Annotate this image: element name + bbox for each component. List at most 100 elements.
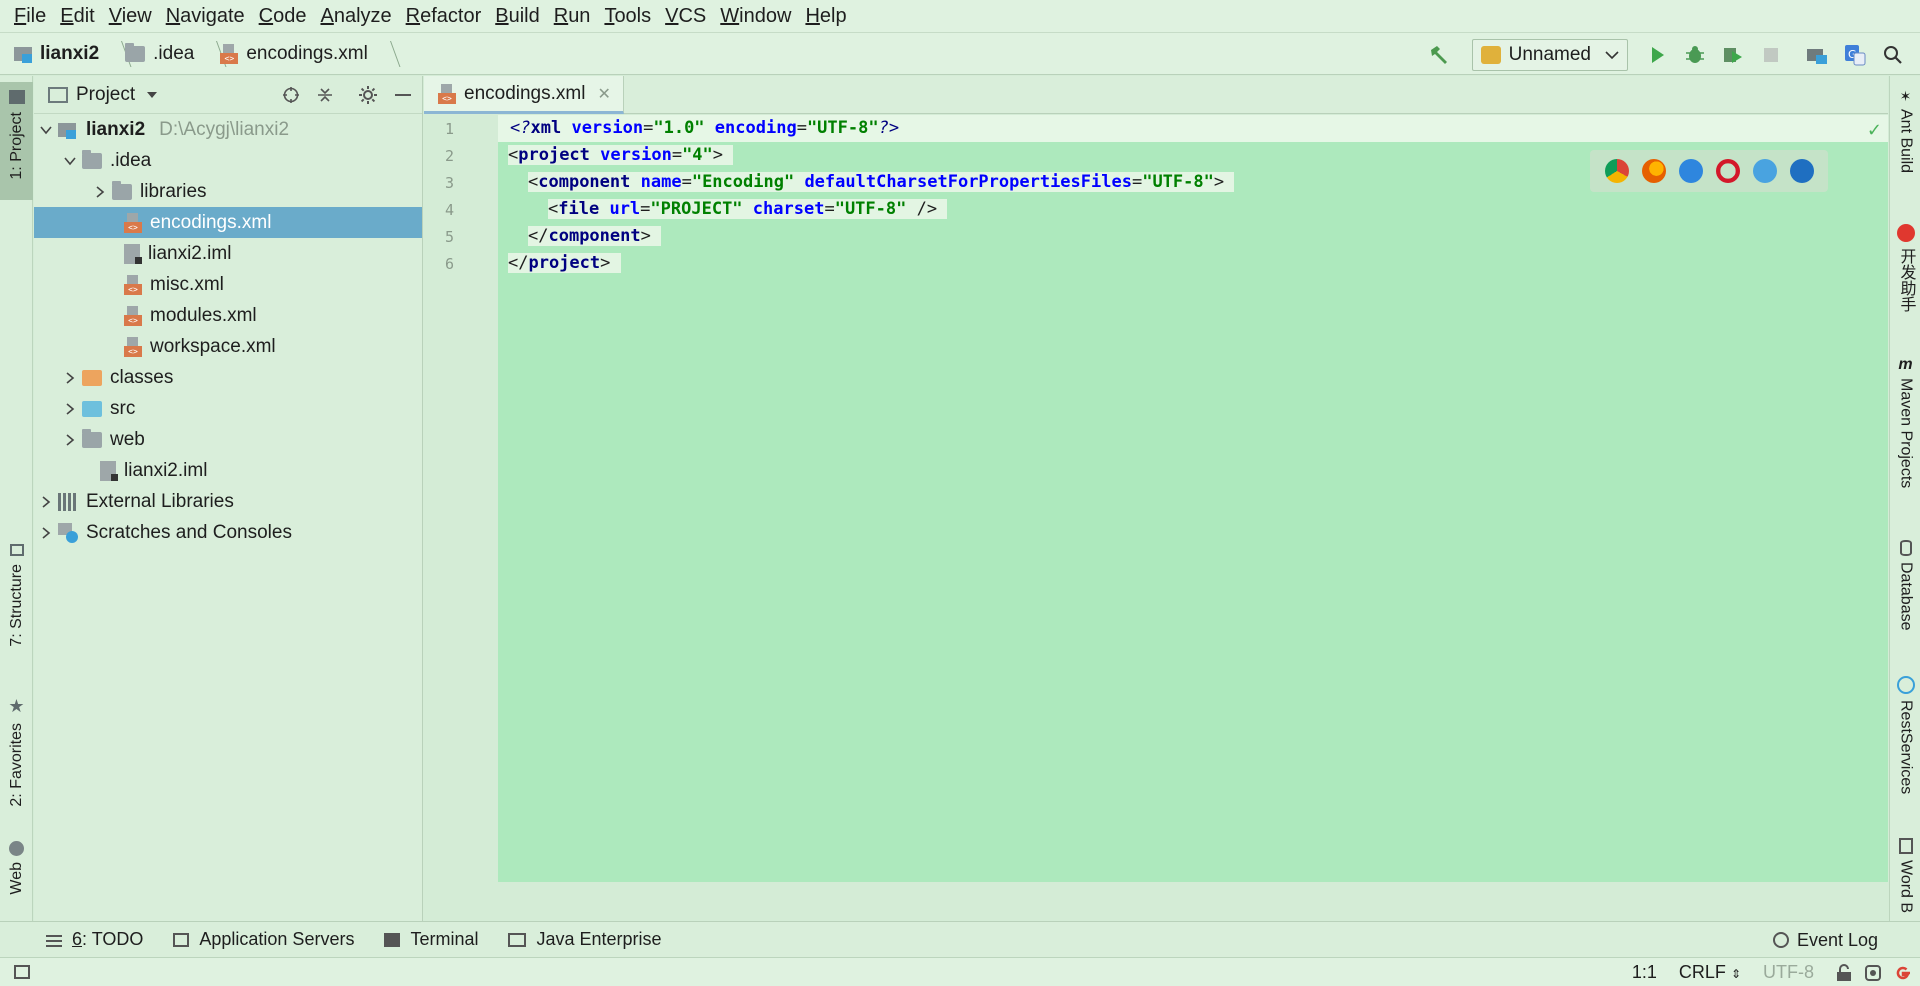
chevron-right-icon[interactable] [58, 362, 82, 393]
tree-item-src[interactable]: src [34, 393, 422, 424]
caret-position[interactable]: 1:1 [1632, 962, 1657, 983]
file-encoding[interactable]: UTF-8 [1763, 962, 1814, 983]
chevron-down-icon[interactable] [58, 145, 82, 176]
chevron-right-icon[interactable] [34, 517, 58, 548]
firefox-icon[interactable] [1641, 159, 1666, 183]
project-structure-icon[interactable] [1804, 42, 1830, 68]
translate-icon[interactable]: G [1842, 42, 1868, 68]
tree-item-root[interactable]: lianxi2 D:\Acygj\lianxi2 [34, 114, 422, 145]
line-separator[interactable]: CRLF ⇕ [1679, 962, 1741, 983]
menu-help[interactable]: Help [798, 0, 853, 32]
menu-refactor[interactable]: Refactor [399, 0, 489, 32]
menu-window[interactable]: Window [713, 0, 798, 32]
todo-mnemonic: 6 [72, 929, 83, 949]
locate-file-icon[interactable] [282, 86, 300, 104]
chevron-right-icon[interactable] [58, 393, 82, 424]
breadcrumb-folder[interactable]: .idea [153, 43, 194, 65]
editor-tab-encodings-xml[interactable]: encodings.xml ✕ [424, 76, 624, 114]
tree-item-web[interactable]: web [34, 424, 422, 455]
chevron-right-icon[interactable] [88, 176, 112, 207]
tree-item-misc-xml[interactable]: misc.xml [34, 269, 422, 300]
run-with-coverage-icon[interactable] [1720, 42, 1746, 68]
menu-tools[interactable]: Tools [597, 0, 658, 32]
run-icon[interactable] [1644, 42, 1670, 68]
chevron-down-icon[interactable] [34, 114, 58, 145]
code-editor[interactable]: ✓ <?xml version="1.0" encoding="UTF-8"?>… [498, 115, 1888, 882]
tree-item-workspace-xml[interactable]: workspace.xml [34, 331, 422, 362]
safari-icon[interactable] [1678, 159, 1703, 183]
chevron-down-icon[interactable] [147, 91, 158, 98]
tree-item-lianxi2-iml-inner[interactable]: lianxi2.iml [34, 238, 422, 269]
breadcrumb-project[interactable]: lianxi2 [40, 43, 99, 65]
tree-item-modules-xml[interactable]: modules.xml [34, 300, 422, 331]
event-log-button[interactable]: Event Log [1772, 922, 1878, 958]
dev-helper-icon [1896, 224, 1915, 242]
tree-item-libraries[interactable]: libraries [34, 176, 422, 207]
tree-item-lianxi2-iml[interactable]: lianxi2.iml [34, 455, 422, 486]
todo-tool-button[interactable]: 6: TODO [46, 929, 143, 950]
lock-icon[interactable] [1836, 963, 1852, 982]
chevron-right-icon[interactable] [58, 424, 82, 455]
breadcrumb-separator [376, 33, 386, 74]
menu-navigate[interactable]: Navigate [159, 0, 252, 32]
tab-database[interactable]: Database [1890, 540, 1920, 650]
chevron-right-icon[interactable] [34, 486, 58, 517]
tree-item-scratches[interactable]: Scratches and Consoles [34, 517, 422, 548]
tree-label: Scratches and Consoles [86, 521, 292, 543]
project-icon [58, 121, 78, 139]
menu-code[interactable]: Code [252, 0, 314, 32]
java-ee-icon [508, 932, 527, 947]
edge-icon[interactable] [1789, 159, 1814, 183]
tree-item-encodings-xml[interactable]: encodings.xml [34, 207, 422, 238]
tab-favorites[interactable]: ★ 2: Favorites [0, 696, 33, 814]
build-hammer-icon[interactable] [1426, 42, 1452, 68]
menu-edit[interactable]: Edit [53, 0, 101, 32]
menu-build[interactable]: Build [488, 0, 546, 32]
gear-icon[interactable] [358, 85, 378, 105]
debug-icon[interactable] [1682, 42, 1708, 68]
search-icon[interactable] [1880, 42, 1906, 68]
close-icon[interactable]: ✕ [597, 84, 610, 104]
tab-ant-build-label: Ant Build [1897, 109, 1915, 174]
run-configuration-select[interactable]: Unnamed [1471, 38, 1628, 71]
tab-word-book[interactable]: Word B [1890, 838, 1920, 918]
inspector-icon[interactable] [1864, 964, 1882, 982]
editor-gutter: 1 2 3 4 5 6 [424, 115, 498, 882]
tab-kaifa[interactable]: 开发助手 [1890, 224, 1920, 334]
breadcrumb-separator [107, 33, 117, 74]
menu-file[interactable]: File [7, 0, 53, 32]
project-view-selector[interactable]: Project [76, 84, 135, 106]
breadcrumb-file[interactable]: encodings.xml [246, 43, 367, 65]
folder-orange-icon [82, 369, 102, 386]
menu-view[interactable]: View [102, 0, 159, 32]
toggle-tool-windows-icon[interactable] [14, 965, 30, 979]
internet-explorer-icon[interactable] [1752, 159, 1777, 183]
tree-item-external-libraries[interactable]: External Libraries [34, 486, 422, 517]
bottom-tool-bar: 6: TODO Application Servers Terminal Jav… [0, 921, 1920, 957]
menu-vcs[interactable]: VCS [658, 0, 713, 32]
hide-panel-icon[interactable] [394, 86, 412, 104]
menu-run[interactable]: Run [547, 0, 598, 32]
application-servers-button[interactable]: Application Servers [173, 929, 354, 950]
tab-web[interactable]: Web [0, 841, 33, 911]
google-icon[interactable] [1894, 964, 1912, 982]
terminal-button[interactable]: Terminal [384, 929, 478, 950]
chrome-icon[interactable] [1604, 159, 1629, 183]
collapse-all-icon[interactable] [316, 86, 334, 104]
tree-item-idea[interactable]: .idea [34, 145, 422, 176]
book-icon [1898, 838, 1913, 854]
navigation-bar: lianxi2 .idea encodings.xml Unnamed [0, 32, 1920, 75]
tab-rest-services[interactable]: RestServices [1890, 676, 1920, 806]
tab-ant-build[interactable]: ✶ Ant Build [1890, 88, 1920, 198]
code-line-1: <?xml version="1.0" encoding="UTF-8"?> [510, 118, 900, 138]
tree-item-classes[interactable]: classes [34, 362, 422, 393]
tab-project[interactable]: 1: Project [0, 82, 33, 200]
stop-icon[interactable] [1758, 42, 1784, 68]
project-icon [14, 45, 34, 63]
tab-maven[interactable]: m Maven Projects [1890, 356, 1920, 496]
opera-icon[interactable] [1715, 159, 1740, 183]
menu-analyze[interactable]: Analyze [313, 0, 398, 32]
browser-preview-bar [1590, 150, 1828, 192]
tab-structure[interactable]: 7: Structure [0, 544, 33, 668]
java-enterprise-button[interactable]: Java Enterprise [508, 929, 662, 950]
